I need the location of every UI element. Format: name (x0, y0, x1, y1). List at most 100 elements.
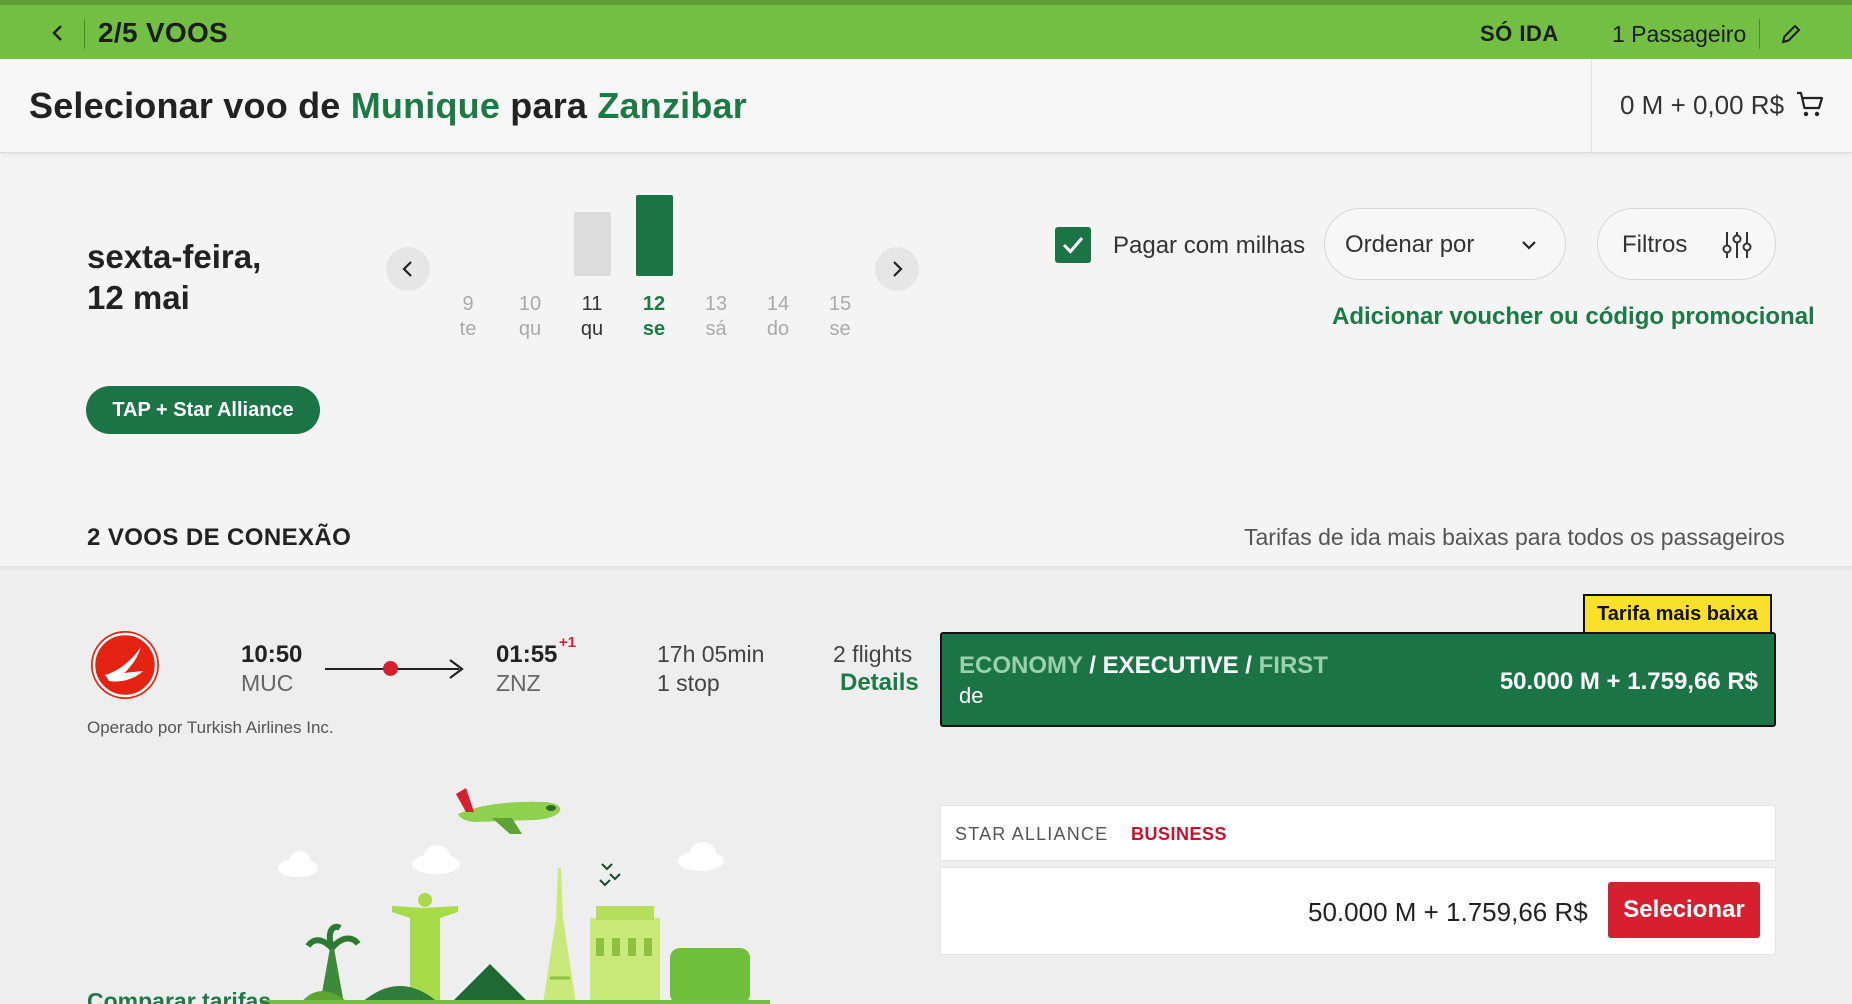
origin-city: Munique (350, 85, 501, 126)
details-link[interactable]: Details (840, 669, 919, 697)
star-alliance-business-header: STAR ALLIANCE BUSINESS (940, 805, 1776, 861)
calendar-day-weekday: te (459, 318, 477, 340)
arrival-airport: ZNZ (496, 670, 541, 696)
calendar-day-13: 13 sá (691, 292, 741, 342)
sort-label: Ordenar por (1345, 231, 1475, 258)
calendar-day-number: 13 (704, 293, 728, 315)
calendar-day-14: 14 do (753, 292, 803, 342)
city-skyline-icon (260, 868, 770, 1004)
departure-airport: MUC (241, 670, 294, 696)
operated-by: Operado por Turkish Airlines Inc. (87, 718, 334, 737)
calendar-day-12[interactable]: 12 se (629, 292, 679, 342)
voucher-link[interactable]: Adicionar voucher ou código promocional (1332, 303, 1815, 331)
cart-total[interactable]: 0 M + 0,00 R$ (1620, 90, 1784, 121)
business-price: 50.000 M + 1.759,66 R$ (1308, 897, 1588, 927)
calendar-day-weekday: se (829, 318, 851, 340)
day-offset: +1 (559, 634, 577, 651)
fare-price: 50.000 M + 1.759,66 R$ (1499, 668, 1758, 695)
fare-class-first: FIRST (1258, 652, 1328, 679)
arrow-right-icon (449, 659, 464, 679)
divider (1759, 19, 1760, 49)
departure-time: 10:50 (241, 641, 303, 668)
back-button[interactable] (44, 19, 72, 47)
selected-date: sexta-feira, 12 mai (87, 236, 261, 318)
fare-classes: ECONOMY / EXECUTIVE / FIRST (959, 652, 1328, 680)
calendar-prev-button[interactable] (386, 247, 430, 291)
turkish-airlines-logo-icon (92, 632, 158, 698)
sliders-icon (1722, 232, 1752, 258)
cloud-icon (412, 845, 460, 874)
filters-label: Filtros (1622, 231, 1688, 258)
calendar-day-number: 11 (581, 293, 603, 315)
calendar-day-number: 9 (462, 293, 474, 315)
filters-button[interactable]: Filtros (1597, 208, 1776, 280)
airplane-icon (456, 788, 561, 834)
divider (1591, 59, 1592, 153)
pay-with-miles-label[interactable]: Pagar com milhas (1113, 232, 1305, 260)
pencil-icon (1781, 24, 1801, 44)
trip-type: SÓ IDA (1480, 21, 1559, 46)
fare-separator: / (1082, 652, 1103, 679)
fare-class-executive: EXECUTIVE (1102, 652, 1239, 679)
alliance-filter-chip[interactable]: TAP + Star Alliance (86, 386, 320, 434)
chevron-down-icon (1522, 241, 1536, 250)
chevron-right-icon (893, 261, 903, 277)
flights-count: 2 flights (833, 641, 913, 667)
page-title: Selecionar voo de Munique para Zanzibar (29, 85, 747, 127)
title-mid: para (500, 85, 598, 126)
fare-separator: / (1238, 652, 1259, 679)
cart-button[interactable] (1795, 89, 1825, 119)
business-class-label: BUSINESS (1131, 824, 1228, 844)
flight-duration: 17h 05min (657, 641, 765, 667)
calendar-fare-bar-11[interactable] (574, 212, 611, 276)
chevron-left-icon (52, 25, 62, 41)
airline-logo (91, 631, 159, 699)
calendar-fare-bar-12[interactable] (636, 195, 673, 276)
fare-card-economy[interactable]: ECONOMY / EXECUTIVE / FIRST de 50.000 M … (940, 632, 1776, 727)
chevron-left-icon (402, 261, 412, 277)
title-bar: Selecionar voo de Munique para Zanzibar … (0, 59, 1852, 153)
section-note: Tarifas de ida mais baixas para todos os… (1244, 524, 1785, 550)
sort-dropdown[interactable]: Ordenar por (1324, 208, 1566, 280)
destination-city: Zanzibar (597, 85, 747, 126)
step-indicator: 2/5 VOOS (98, 17, 229, 48)
calendar-day-number: 14 (766, 293, 790, 315)
edit-search-button[interactable] (1778, 21, 1804, 47)
calendar-day-weekday: do (766, 318, 790, 340)
star-alliance-label: STAR ALLIANCE (955, 824, 1109, 844)
selected-date-weekday: sexta-feira, (87, 238, 262, 275)
calendar-day-number: 15 (828, 293, 852, 315)
calendar-day-weekday: se (642, 318, 666, 340)
checkmark-icon (1062, 237, 1084, 254)
calendar-day-weekday: qu (580, 318, 604, 340)
calendar-day-weekday: qu (518, 318, 542, 340)
calendar-day-10: 10 qu (505, 292, 555, 342)
birds-icon (599, 863, 621, 887)
calendar-day-number: 10 (518, 293, 542, 315)
destinations-illustration (260, 788, 770, 1004)
passenger-count: 1 Passageiro (1612, 21, 1747, 47)
calendar-day-weekday: sá (705, 318, 727, 340)
section-heading: 2 VOOS DE CONEXÃO (87, 524, 352, 551)
flight-stops: 1 stop (657, 670, 720, 696)
title-prefix: Selecionar voo de (29, 85, 351, 126)
calendar-day-15: 15 se (815, 292, 865, 342)
divider (84, 19, 85, 49)
top-bar: 2/5 VOOS SÓ IDA 1 Passageiro (0, 0, 1852, 59)
select-button[interactable]: Selecionar (1608, 882, 1760, 938)
calendar-day-number: 12 (642, 293, 666, 315)
cloud-icon (278, 851, 318, 877)
pay-with-miles-checkbox[interactable] (1055, 227, 1091, 263)
fare-class-economy: ECONOMY (959, 652, 1083, 679)
calendar-day-11[interactable]: 11 qu (567, 292, 617, 342)
fare-from-label: de (959, 683, 984, 708)
lowest-fare-badge: Tarifa mais baixa (1583, 594, 1772, 633)
compare-fares-link[interactable]: Comparar tarifas (87, 988, 271, 1004)
stopover-dot (383, 661, 398, 676)
cloud-icon (678, 842, 724, 871)
cart-icon (1797, 91, 1824, 117)
selected-date-day: 12 mai (87, 279, 190, 316)
calendar-day-9: 9 te (443, 292, 493, 342)
arrival-time: 01:55 (496, 641, 558, 668)
calendar-next-button[interactable] (875, 247, 919, 291)
